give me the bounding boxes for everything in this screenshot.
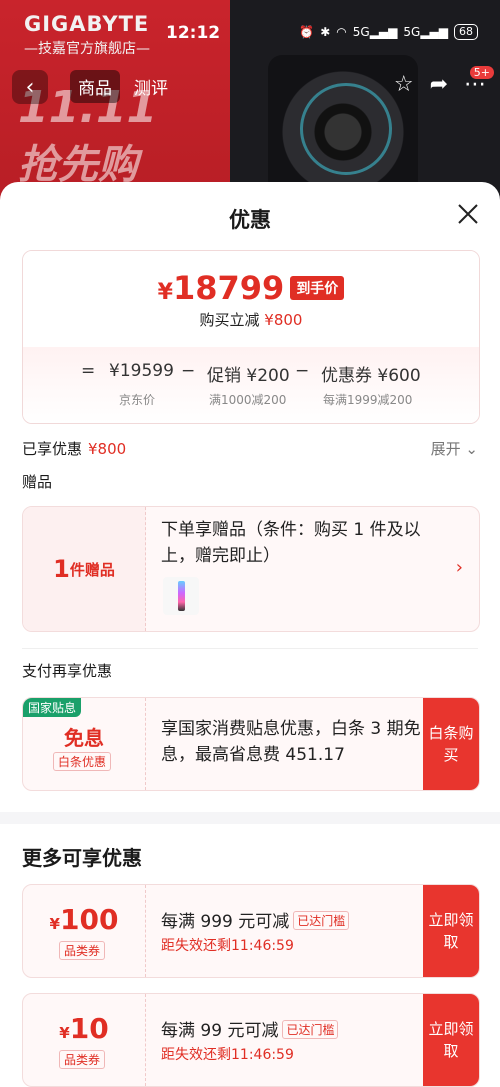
coupon-discount: 优惠券 ¥600 [321,366,421,386]
enjoyed-amount: ¥800 [88,440,127,458]
alarm-icon: ⏰ [299,25,315,39]
baitiao-tag: 白条优惠 [53,752,112,771]
coupon-label: 每满1999减200 [323,393,413,407]
status-time: 12:12 [166,23,221,43]
product-tabs: 商品 测评 [70,70,176,103]
baitiao-description: 享国家消费贴息优惠，白条 3 期免息，最高省息费 451.17 [161,719,421,765]
jd-price: ¥19599 [109,361,174,381]
signal-icon-1: 5G▂▄▆ [352,25,398,39]
baitiao-offer-card: 免息 白条优惠 国家贴息 享国家消费贴息优惠，白条 3 期免息，最高省息费 45… [22,697,480,791]
gift-card[interactable]: 1 件赠品 下单享赠品（条件：购买 1 件及以上，赠完即止） › [22,506,480,632]
coupon-condition: 每满 999 元可减 已达门槛 [161,907,350,932]
price-breakdown-card: ¥18799 到手价 购买立减 ¥800 = ¥19599 − 促销 ¥200 −… [22,250,480,424]
reduce-amount: ¥800 [264,311,303,329]
expand-button[interactable]: 展开 ⌄ [431,438,478,459]
gift-image[interactable] [163,577,199,615]
gift-description: 下单享赠品（条件：购买 1 件及以上，赠完即止） [161,520,421,566]
share-icon[interactable]: ➦ [430,72,448,97]
national-subsidy-badge: 国家贴息 [23,698,82,717]
store-name: —技嘉官方旗舰店— [24,41,150,57]
enjoyed-discount: 已享优惠 ¥800 [22,440,127,458]
coupon-amount: ¥100 [49,903,119,936]
sheet-title: 优惠 [229,208,271,232]
claim-coupon-button[interactable]: 立即领取 [423,994,479,1086]
coupon-type: 品类券 [59,1050,106,1069]
threshold-met-badge: 已达门槛 [282,1020,339,1039]
reduce-text: 购买立减 ¥800 [199,311,303,329]
gift-count: 1 件赠品 [23,507,146,631]
more-offers-title: 更多可享优惠 [22,846,142,870]
brand-logo: GIGABYTE [24,12,150,36]
coupon-card: ¥100 品类券 每满 999 元可减 已达门槛 距失效还剩11:46:59 立即… [22,884,480,978]
coupon-condition: 每满 99 元可减 已达门槛 [161,1016,339,1041]
coupon-type: 品类券 [59,941,106,960]
jd-price-label: 京东价 [119,393,156,407]
final-price-tag: 到手价 [290,276,345,300]
final-price: ¥18799 到手价 [23,269,479,307]
promo-label: 满1000减200 [209,393,287,407]
battery-icon: 68 [454,24,478,40]
coupon-amount: ¥10 [59,1012,109,1045]
discount-sheet: 优惠 ¥18799 到手价 购买立减 ¥800 = ¥19599 − 促销 ¥20… [0,182,500,1087]
tab-product[interactable]: 商品 [70,70,120,103]
threshold-met-badge: 已达门槛 [293,911,350,930]
back-button[interactable]: ‹ [12,70,48,104]
claim-coupon-button[interactable]: 立即领取 [423,885,479,977]
gift-section-title: 赠品 [22,473,53,491]
chevron-left-icon: ‹ [25,74,35,100]
wifi-icon: ◠ [336,25,347,39]
star-icon[interactable]: ☆ [394,72,414,97]
message-badge: 5+ [469,66,494,79]
bluetooth-icon: ✱ [320,25,331,39]
status-icons: ⏰ ✱ ◠ 5G▂▄▆ 5G▂▄▆ 68 [299,24,478,40]
signal-icon-2: 5G▂▄▆ [403,25,448,39]
chevron-right-icon: › [455,557,463,578]
pay-section-title: 支付再享优惠 [22,662,113,680]
close-icon[interactable] [456,202,480,226]
coupon-expire: 距失效还剩11:46:59 [161,1047,294,1063]
divider [22,648,478,649]
chevron-down-icon: ⌄ [465,440,478,458]
coupon-card: ¥10 品类券 每满 99 元可减 已达门槛 距失效还剩11:46:59 立即领取 [22,993,480,1087]
section-gap [0,812,500,824]
tab-review[interactable]: 测评 [126,70,176,103]
promo-discount: 促销 ¥200 [207,366,290,386]
interest-free-label: 免息 [64,726,104,750]
final-price-value: 18799 [172,269,285,307]
baitiao-buy-button[interactable]: 白条购买 [423,698,479,790]
coupon-expire: 距失效还剩11:46:59 [161,938,294,954]
